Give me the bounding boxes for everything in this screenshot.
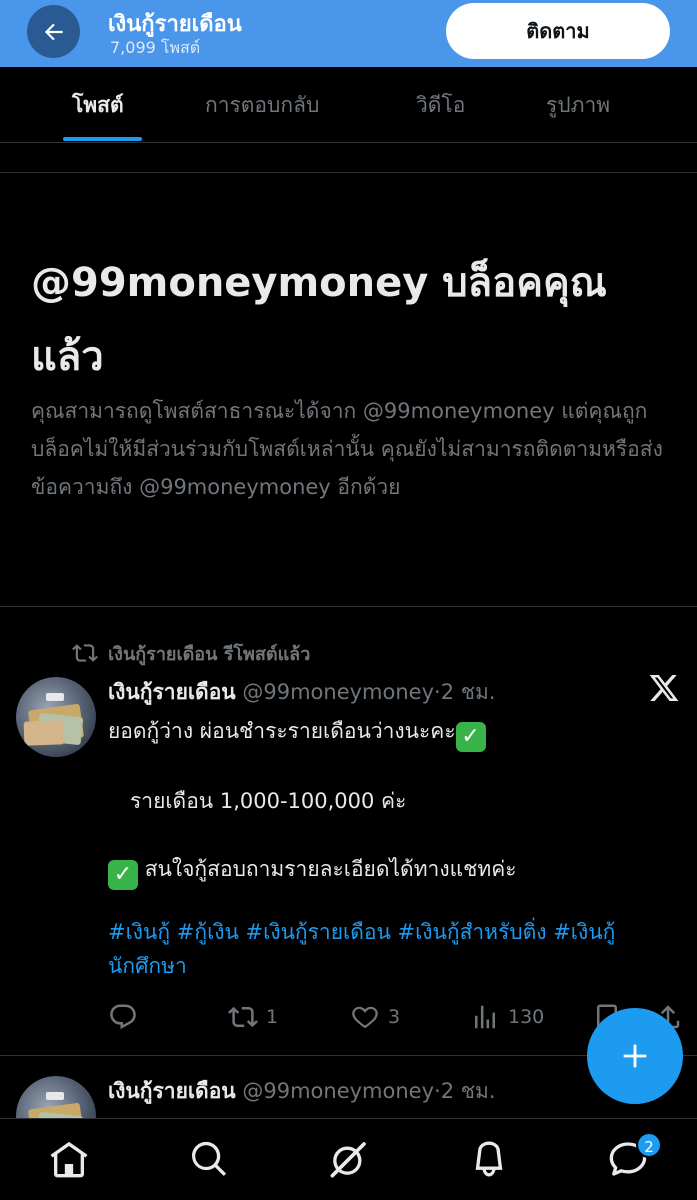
retweet-icon [228, 1006, 258, 1028]
tab-replies[interactable]: การตอบกลับ [205, 89, 319, 122]
blocked-title: @99moneymoney บล็อคคุณแล้ว [31, 260, 607, 380]
post-handle[interactable]: @99moneymoney [242, 680, 434, 704]
retweet-button[interactable]: 1 [228, 1002, 278, 1032]
like-icon [352, 1006, 378, 1029]
repost-icon [72, 644, 98, 662]
tab-photos[interactable]: รูปภาพ [546, 89, 610, 122]
follow-button[interactable]: ติดตาม [446, 3, 670, 59]
post-time: 2 ชม. [440, 680, 496, 704]
home-icon[interactable] [49, 1139, 89, 1179]
search-icon[interactable] [189, 1139, 229, 1179]
tab-videos[interactable]: วิดีโอ [416, 89, 465, 122]
bell-icon[interactable] [469, 1139, 509, 1179]
post-author[interactable]: เงินกู้รายเดือน [108, 1079, 236, 1103]
repost-label: เงินกู้รายเดือน รีโพสต์แล้ว [108, 643, 311, 665]
post-line: ✓ สนใจกู้สอบถามรายละเอียดได้ทางแชทค่ะ [108, 853, 517, 890]
views-icon [475, 1005, 495, 1029]
separator-dot: · [434, 680, 441, 704]
divider [0, 606, 697, 607]
views-count: 130 [508, 1006, 545, 1028]
active-tab-indicator [63, 137, 142, 141]
avatar[interactable] [16, 1076, 96, 1118]
post-count: 7,099 โพสต์ [110, 38, 201, 57]
check-mark-icon: ✓ [108, 860, 138, 890]
post-header: เงินกู้รายเดือน @99moneymoney·2 ชม. [108, 1075, 496, 1108]
hashtags[interactable]: #เงินกู้ #กู้เงิน #เงินกู้รายเดือน #เงิน… [108, 915, 688, 983]
post-header: เงินกู้รายเดือน @99moneymoney·2 ชม. [108, 676, 496, 709]
retweet-count: 1 [266, 1006, 279, 1028]
bottom-nav [0, 1118, 697, 1200]
like-button[interactable]: 3 [350, 1002, 400, 1032]
post-author[interactable]: เงินกู้รายเดือน [108, 680, 236, 704]
check-mark-icon: ✓ [455, 722, 486, 752]
reply-icon [110, 1004, 136, 1030]
views-button[interactable]: 130 [470, 1002, 544, 1032]
post-line: ยอดกู้ว่าง ผ่อนชำระรายเดือนว่างนะคะ ✓ [108, 715, 486, 752]
x-logo-icon [649, 675, 679, 701]
post-handle[interactable]: @99moneymoney [242, 1079, 434, 1103]
repost-indicator: เงินกู้รายเดือน รีโพสต์แล้ว [72, 638, 310, 668]
post-line-2: รายเดือน 1,000-100,000 ค่ะ [130, 789, 407, 813]
post-line-1: ยอดกู้ว่าง ผ่อนชำระรายเดือนว่างนะคะ [108, 719, 456, 743]
reply-button[interactable] [108, 1002, 146, 1032]
compose-plus-icon [623, 1044, 647, 1068]
divider [0, 172, 697, 173]
profile-header: เงินกู้รายเดือน 7,099 โพสต์ ติดตาม [0, 0, 697, 67]
back-arrow-icon [44, 23, 63, 40]
profile-tabs: โพสต์ การตอบกลับ วิดีโอ รูปภาพ [0, 67, 697, 143]
tab-posts[interactable]: โพสต์ [72, 89, 124, 122]
messages-badge: 2 [636, 1132, 662, 1158]
post-line-3: สนใจกู้สอบถามรายละเอียดได้ทางแชทค่ะ [144, 857, 517, 881]
blocked-description: คุณสามารถดูโพสต์สาธารณะได้จาก @99moneymo… [31, 399, 663, 499]
back-button[interactable] [27, 5, 80, 58]
avatar[interactable] [16, 677, 96, 757]
grok-icon[interactable] [329, 1139, 369, 1179]
separator-dot: · [434, 1079, 441, 1103]
post-time: 2 ชม. [440, 1079, 496, 1103]
compose-button[interactable] [587, 1008, 683, 1104]
like-count: 3 [388, 1006, 401, 1028]
